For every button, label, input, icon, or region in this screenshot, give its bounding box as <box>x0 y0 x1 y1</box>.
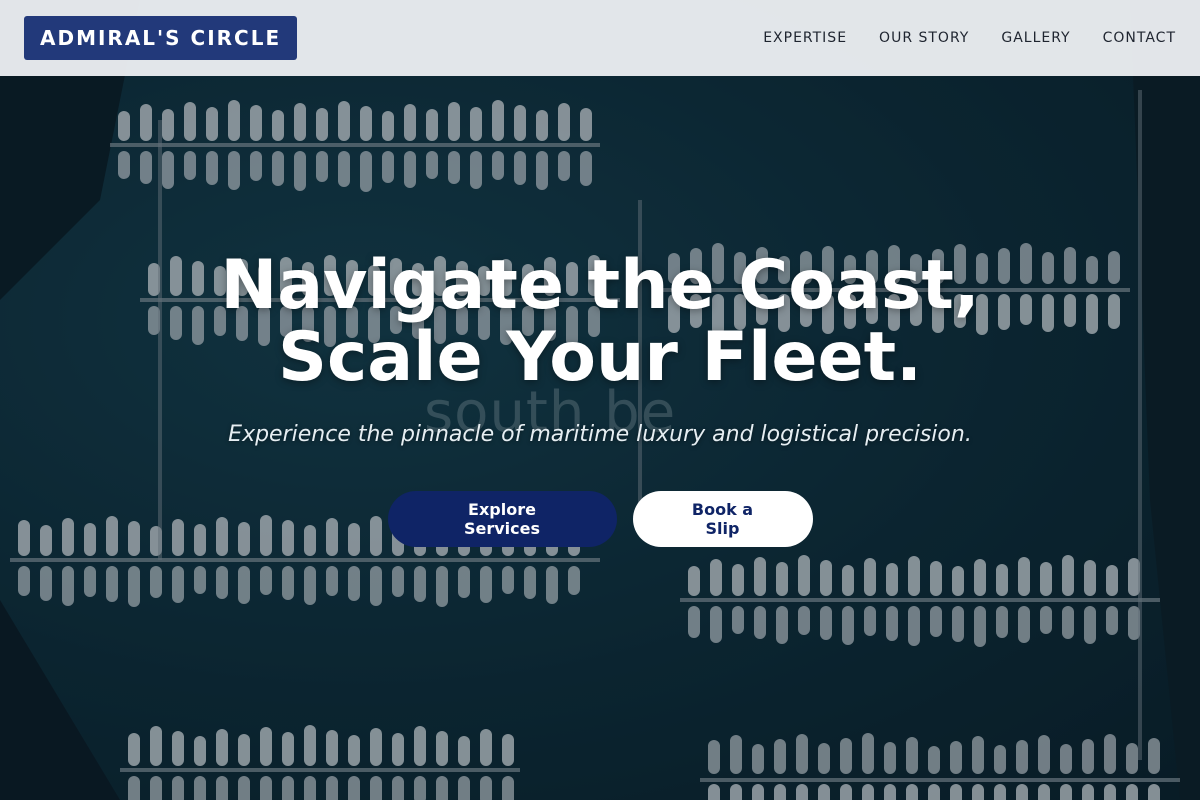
hero-title: Navigate the Coast, Scale Your Fleet. <box>0 250 1200 394</box>
nav-link-expertise[interactable]: EXPERTISE <box>763 30 847 46</box>
site-header: ADMIRAL'S CIRCLE EXPERTISE OUR STORY GAL… <box>0 0 1200 76</box>
hero-subtitle: Experience the pinnacle of maritime luxu… <box>228 422 972 447</box>
main-nav: EXPERTISE OUR STORY GALLERY CONTACT <box>763 30 1176 46</box>
nav-link-gallery[interactable]: GALLERY <box>1001 30 1070 46</box>
nav-link-our-story[interactable]: OUR STORY <box>879 30 969 46</box>
explore-services-button[interactable]: Explore Services <box>387 491 617 547</box>
brand-logo[interactable]: ADMIRAL'S CIRCLE <box>24 16 298 60</box>
book-a-slip-button[interactable]: Book a Slip <box>632 491 813 547</box>
hero-title-line-2: Scale Your Fleet. <box>278 318 922 397</box>
hero-title-line-1: Navigate the Coast, <box>220 246 980 325</box>
hero-section: Navigate the Coast, Scale Your Fleet. Ex… <box>0 250 1200 547</box>
nav-link-contact[interactable]: CONTACT <box>1103 30 1176 46</box>
hero-actions: Explore Services Book a Slip <box>0 491 1200 547</box>
